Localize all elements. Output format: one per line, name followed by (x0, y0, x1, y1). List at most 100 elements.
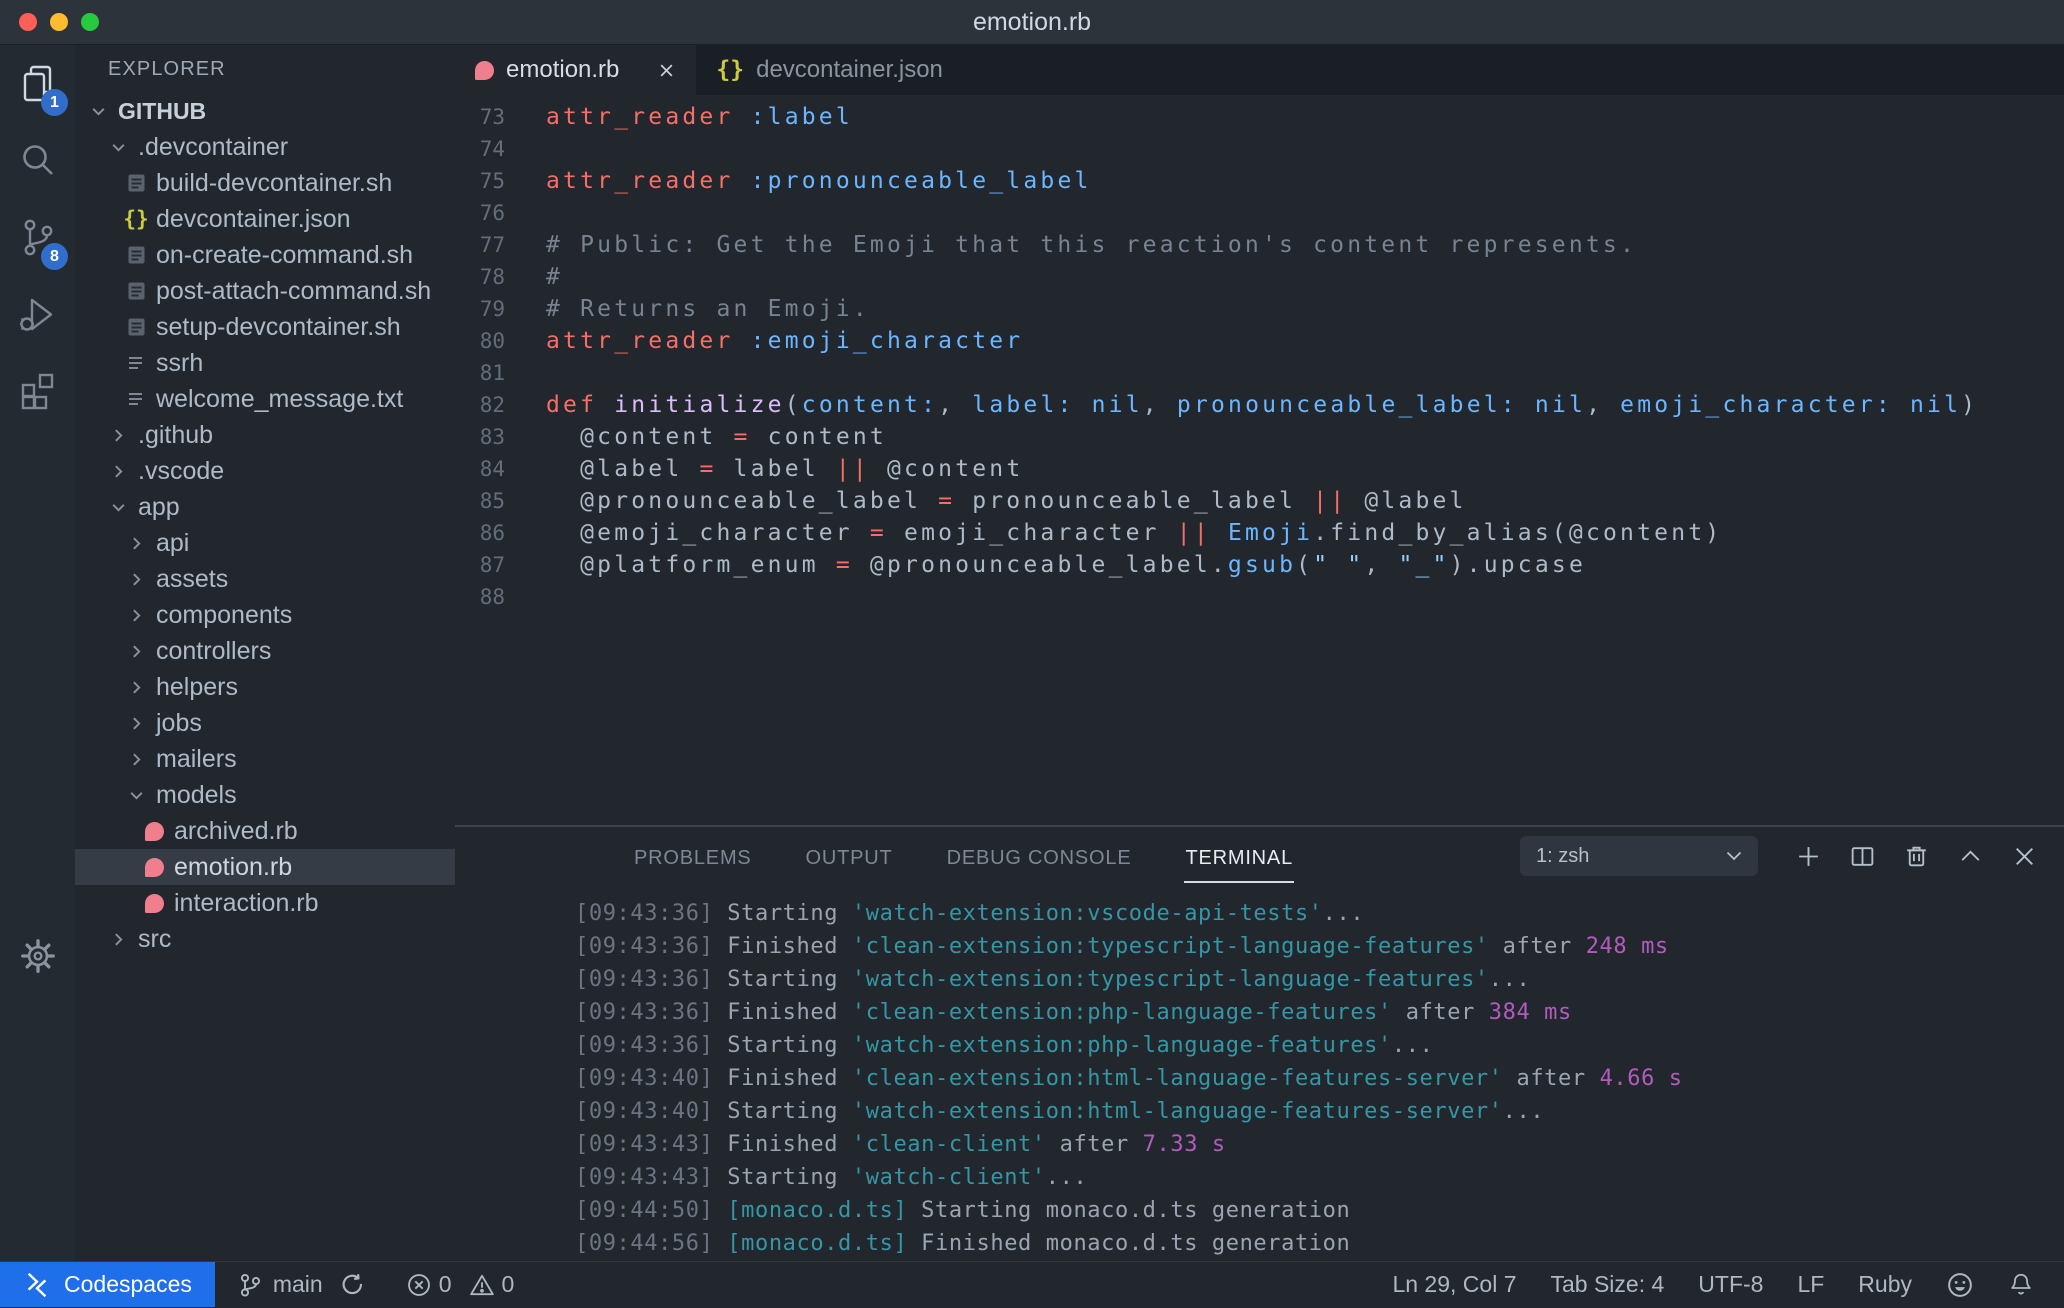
tab-size[interactable]: Tab Size: 4 (1550, 1271, 1664, 1298)
tree-folder-controllers[interactable]: controllers (75, 633, 455, 669)
tree-folder-components[interactable]: components (75, 597, 455, 633)
activity-explorer[interactable]: 1 (0, 45, 75, 122)
tree-folder-GITHUB[interactable]: GITHUB (75, 93, 455, 129)
close-panel-icon[interactable] (2011, 843, 2038, 870)
line-number: 80 (479, 329, 505, 353)
tree-file-on-create-command.sh[interactable]: on-create-command.sh (75, 237, 455, 273)
tree-item-label: components (156, 600, 293, 629)
branch-indicator[interactable]: main (237, 1271, 366, 1298)
line-number: 88 (479, 585, 505, 609)
line-number: 87 (479, 553, 505, 577)
tree-folder-src[interactable]: src (75, 921, 455, 957)
tree-folder-.devcontainer[interactable]: .devcontainer (75, 129, 455, 165)
tree-folder-mailers[interactable]: mailers (75, 741, 455, 777)
problems-indicator[interactable]: 0 0 (406, 1271, 525, 1298)
tree-item-label: mailers (156, 744, 237, 773)
cursor-position[interactable]: Ln 29, Col 7 (1392, 1271, 1516, 1298)
error-count: 0 (438, 1271, 452, 1297)
tree-folder-api[interactable]: api (75, 525, 455, 561)
panel-tab-problems[interactable]: PROBLEMS (633, 830, 753, 883)
tree-file-post-attach-command.sh[interactable]: post-attach-command.sh (75, 273, 455, 309)
activity-search[interactable] (0, 122, 75, 199)
tree-file-ssrh[interactable]: ssrh (75, 345, 455, 381)
code-line-78: 78 # (455, 261, 2064, 293)
line-number: 85 (479, 489, 505, 513)
tree-item-label: helpers (156, 672, 238, 701)
panel-tab-output[interactable]: OUTPUT (805, 830, 894, 883)
notifications-bell-icon[interactable] (2008, 1271, 2034, 1299)
panel-tab-terminal[interactable]: TERMINAL (1184, 830, 1294, 883)
tree-item-label: assets (156, 564, 229, 593)
eol-indicator[interactable]: LF (1797, 1271, 1824, 1298)
tree-folder-jobs[interactable]: jobs (75, 705, 455, 741)
tree-item-label: devcontainer.json (156, 204, 351, 233)
json-file-icon: {} (716, 57, 745, 83)
line-number: 74 (479, 137, 505, 161)
terminal-line: [09:43:43] Finished 'clean-client' after… (575, 1132, 1226, 1157)
tree-file-archived.rb[interactable]: archived.rb (75, 813, 455, 849)
tree-folder-.github[interactable]: .github (75, 417, 455, 453)
close-window-button[interactable] (19, 13, 37, 31)
new-terminal-icon[interactable] (1795, 843, 1822, 870)
tree-file-interaction.rb[interactable]: interaction.rb (75, 885, 455, 921)
tree-file-devcontainer.json[interactable]: {} devcontainer.json (75, 201, 455, 237)
panel-tab-debug-console[interactable]: DEBUG CONSOLE (946, 830, 1133, 883)
split-terminal-icon[interactable] (1849, 843, 1876, 870)
git-branch-icon (237, 1272, 263, 1298)
kill-terminal-trash-icon[interactable] (1903, 843, 1930, 870)
window-title: emotion.rb (972, 7, 1092, 36)
zoom-window-button[interactable] (81, 13, 99, 31)
remote-indicator-codespaces[interactable]: Codespaces (0, 1262, 215, 1307)
code-line-73: 73 attr_reader :label (455, 101, 2064, 133)
terminal-output[interactable]: [09:43:36] Starting 'watch-extension:vsc… (455, 885, 2064, 1261)
tree-folder-helpers[interactable]: helpers (75, 669, 455, 705)
chevron-right-icon (123, 751, 149, 768)
panel-header: PROBLEMS OUTPUT DEBUG CONSOLE TERMINAL 1: z… (455, 827, 2064, 885)
tree-folder-app[interactable]: app (75, 489, 455, 525)
close-tab-icon[interactable] (657, 61, 676, 80)
minimize-window-button[interactable] (50, 13, 68, 31)
codespaces-label: Codespaces (64, 1271, 192, 1297)
panel-controls: 1: zsh (1520, 836, 2038, 876)
branch-name: main (272, 1271, 323, 1297)
tab-devcontainer-json[interactable]: {} devcontainer.json (696, 45, 963, 95)
terminal-line: [09:43:43] Starting 'watch-client'... (575, 1165, 1088, 1190)
tree-item-label: .github (138, 420, 214, 449)
activity-source-control[interactable]: 8 (0, 199, 75, 276)
encoding[interactable]: UTF-8 (1698, 1271, 1763, 1298)
tree-folder-assets[interactable]: assets (75, 561, 455, 597)
terminal-line: [09:44:56] [monaco.d.ts] Finished monaco… (575, 1231, 1351, 1256)
activity-extensions[interactable] (0, 353, 75, 430)
tree-file-setup-devcontainer.sh[interactable]: setup-devcontainer.sh (75, 309, 455, 345)
terminal-shell-dropdown[interactable]: 1: zsh (1520, 836, 1758, 876)
gear-icon (17, 935, 59, 977)
language-mode[interactable]: Ruby (1858, 1271, 1912, 1298)
maximize-panel-icon[interactable] (1957, 843, 1984, 870)
tree-item-label: src (138, 924, 172, 953)
activity-settings[interactable] (0, 917, 75, 994)
tree-item-label: app (138, 492, 180, 521)
tree-folder-models[interactable]: models (75, 777, 455, 813)
tree-item-label: emotion.rb (174, 852, 293, 881)
line-number: 77 (479, 233, 505, 257)
tree-item-label: jobs (156, 708, 202, 737)
terminal-line: [09:43:36] Starting 'watch-extension:typ… (575, 967, 1531, 992)
line-number: 82 (479, 393, 505, 417)
tree-file-build-devcontainer.sh[interactable]: build-devcontainer.sh (75, 165, 455, 201)
tree-item-label: welcome_message.txt (156, 384, 404, 413)
tree-file-welcome_message.txt[interactable]: welcome_message.txt (75, 381, 455, 417)
feedback-smiley-icon[interactable] (1946, 1271, 1974, 1299)
list-file-icon (123, 389, 149, 409)
chevron-right-icon (105, 931, 131, 948)
file-tree[interactable]: GITHUB .devcontainer build-devcontainer.sh… (75, 93, 455, 957)
tree-item-label: post-attach-command.sh (156, 276, 432, 305)
code-line-85: 85 @pronounceable_label = pronounceable_… (455, 485, 2064, 517)
tree-item-label: .vscode (138, 456, 225, 485)
ruby-file-icon (141, 893, 167, 913)
line-number: 83 (479, 425, 505, 449)
tree-file-emotion.rb[interactable]: emotion.rb (75, 849, 455, 885)
tree-folder-.vscode[interactable]: .vscode (75, 453, 455, 489)
activity-run-debug[interactable] (0, 276, 75, 353)
tab-emotion-rb[interactable]: emotion.rb (455, 45, 697, 95)
code-editor[interactable]: 73 attr_reader :label 74 75 attr_reader :pro… (455, 95, 2064, 825)
